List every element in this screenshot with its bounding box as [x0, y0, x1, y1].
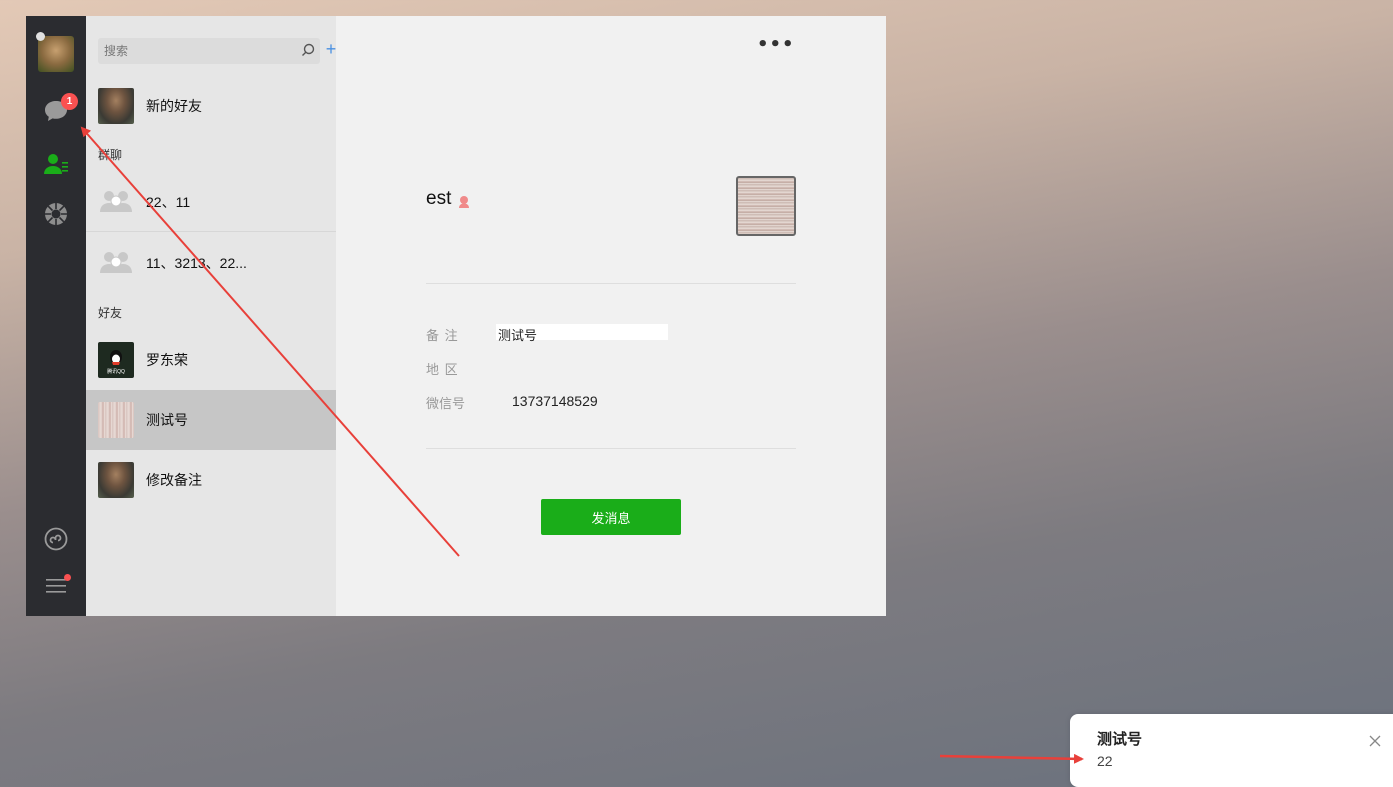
list-item-group[interactable]: 11、3213、22... [86, 233, 336, 293]
region-label: 地 区 [426, 362, 459, 377]
avatar: 腾讯QQ [98, 342, 134, 378]
remark-value[interactable]: 测试号 [498, 325, 537, 344]
list-item-friend-selected[interactable]: 测试号 [86, 390, 336, 450]
contact-list: + 新的好友 群聊 22、11 11、3213、22... 好友 腾讯QQ 罗东… [86, 16, 336, 616]
search-bar [98, 38, 320, 64]
list-item-group[interactable]: 22、11 [86, 172, 336, 232]
toast-title: 测试号 [1097, 731, 1143, 748]
wechat-id-label: 微信号 [426, 396, 466, 411]
contact-detail-panel: ••• est 备 注 测试号 地 区 微信号 13737148529 发消息 [336, 16, 886, 616]
arrow-to-toast [939, 753, 1084, 764]
list-item-friend[interactable]: 修改备注 [86, 450, 336, 510]
group-icon [98, 245, 134, 281]
list-item-label: 修改备注 [146, 472, 202, 488]
list-item-label: 新的好友 [146, 98, 202, 114]
avatar [98, 462, 134, 498]
more-options-icon[interactable]: ••• [757, 34, 795, 55]
divider [426, 448, 796, 449]
menu-notify-dot [64, 574, 71, 581]
close-icon[interactable] [1368, 733, 1382, 747]
toast-message: 22 [1097, 753, 1113, 769]
search-icon[interactable] [300, 42, 316, 58]
avatar [98, 402, 134, 438]
list-item-label: 测试号 [146, 412, 188, 428]
female-icon [457, 194, 471, 208]
add-contact-button[interactable]: + [322, 38, 336, 62]
svg-text:腾讯QQ: 腾讯QQ [107, 368, 125, 375]
user-avatar[interactable] [38, 36, 74, 72]
contacts-icon[interactable] [42, 150, 70, 178]
group-icon [98, 184, 134, 220]
divider [426, 283, 796, 284]
status-dot [36, 32, 45, 41]
list-item-label: 11、3213、22... [146, 255, 247, 271]
list-item-label: 罗东荣 [146, 352, 188, 368]
notification-toast[interactable]: 测试号 22 [1070, 714, 1393, 787]
search-input[interactable] [98, 38, 298, 64]
list-item-friend[interactable]: 腾讯QQ 罗东荣 [86, 330, 336, 390]
list-item-new-friends[interactable]: 新的好友 [86, 76, 336, 136]
remark-label: 备 注 [426, 328, 459, 343]
wechat-window: 1 + 新的好友 群聊 [26, 16, 886, 616]
avatar [98, 88, 134, 124]
moments-icon[interactable] [42, 200, 70, 228]
section-header-groups: 群聊 [98, 148, 123, 162]
unread-badge: 1 [61, 93, 78, 110]
contact-profile-photo[interactable] [736, 176, 796, 236]
send-message-button[interactable]: 发消息 [541, 499, 681, 535]
mini-program-icon[interactable] [42, 525, 70, 553]
contact-name: est [426, 188, 452, 209]
side-nav: 1 [26, 16, 86, 616]
list-item-label: 22、11 [146, 194, 191, 210]
section-header-friends: 好友 [98, 306, 123, 320]
wechat-id-value: 13737148529 [512, 393, 598, 409]
